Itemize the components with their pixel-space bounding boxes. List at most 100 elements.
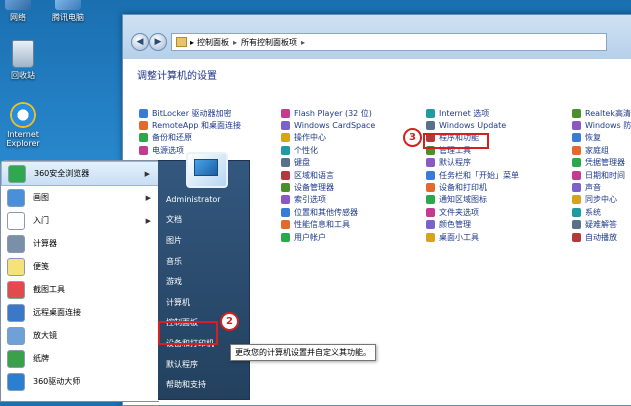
control-panel-item[interactable]: 疑难解答 (572, 219, 631, 231)
desktop-icon-recycle-bin[interactable]: 回收站 (0, 40, 47, 81)
control-panel-item-icon (281, 207, 290, 217)
start-menu-place[interactable]: 帮助和支持 (158, 374, 249, 395)
start-menu-program[interactable]: 放大镜 (1, 324, 159, 347)
control-panel-item[interactable]: 文件夹选项 (426, 206, 519, 218)
control-panel-item-label: Windows CardSpace (294, 121, 376, 131)
control-panel-item-label: 疑难解答 (585, 220, 617, 230)
control-panel-item[interactable]: 操作中心 (281, 132, 375, 144)
start-menu-place[interactable]: 游戏 (158, 271, 249, 292)
back-button[interactable]: ◀ (131, 33, 149, 51)
start-menu-program[interactable]: 纸牌 (1, 347, 159, 370)
start-menu-place[interactable]: Administrator (158, 189, 249, 210)
control-panel-item[interactable]: 颜色管理 (426, 219, 519, 231)
control-panel-item[interactable]: 同步中心 (572, 194, 631, 206)
start-menu: 360安全浏览器 ▶ 画图 ▶ 入门 ▶ 计算器 便笺 截图工具 远程桌面连接放大镜纸牌 360驱动… (0, 160, 250, 402)
submenu-arrow-icon[interactable]: ▶ (145, 170, 150, 178)
control-panel-item[interactable]: 性能信息和工具 (281, 219, 375, 231)
start-menu-program[interactable]: 便笺 (1, 255, 159, 278)
control-panel-item[interactable]: 自动播放 (572, 231, 631, 243)
control-panel-item[interactable]: Windows 防火 (572, 119, 631, 131)
control-panel-item-icon (426, 220, 435, 230)
start-menu-program[interactable]: 入门 ▶ (1, 209, 159, 232)
control-panel-item-label: 任务栏和「开始」菜单 (439, 170, 519, 180)
network-icon (5, 0, 31, 10)
desktop-icon-ie[interactable]: Internet Explorer (0, 102, 47, 148)
control-panel-item-label: 位置和其他传感器 (294, 207, 358, 217)
desktop-icon-tencent[interactable]: 腾讯电脑 (44, 0, 92, 23)
control-panel-item-label: BitLocker 驱动器加密 (152, 108, 232, 118)
control-panel-item[interactable]: 声音 (572, 181, 631, 193)
control-panel-item[interactable]: 系统 (572, 206, 631, 218)
control-panel-item-icon (572, 121, 581, 131)
breadcrumb-all-items[interactable]: 所有控制面板项 (241, 37, 297, 48)
start-menu-program[interactable]: 计算器 (1, 232, 159, 255)
control-panel-item-label: 键盘 (294, 158, 310, 168)
control-panel-item-label: 备份和还原 (152, 133, 192, 143)
control-panel-item-icon (281, 133, 290, 143)
control-panel-item[interactable]: 备份和还原 (139, 132, 241, 144)
desktop-icon-network[interactable]: 网络 (0, 0, 42, 23)
start-menu-place[interactable]: 计算机 (158, 292, 249, 313)
control-panel-item-icon (426, 183, 435, 193)
control-panel-item[interactable]: 个性化 (281, 144, 375, 156)
window-titlebar: ◀ ▶ ▸ 控制面板 ▸ 所有控制面板项 ▸ (123, 15, 631, 59)
control-panel-item-label: Realtek高清晰 (585, 108, 631, 118)
control-panel-item[interactable]: 默认程序 (426, 157, 519, 169)
control-panel-item[interactable]: BitLocker 驱动器加密 (139, 107, 241, 119)
user-picture[interactable] (186, 152, 228, 188)
program-label: 放大镜 (33, 331, 57, 340)
start-menu-place[interactable]: 音乐 (158, 251, 249, 272)
step-badge-3: 3 (403, 128, 422, 147)
control-panel-item-label: 设备管理器 (294, 183, 334, 193)
control-panel-item[interactable]: 区域和语言 (281, 169, 375, 181)
control-panel-item-icon (572, 207, 581, 217)
tooltip: 更改您的计算机设置并自定义其功能。 (230, 344, 376, 361)
control-panel-item-icon (426, 195, 435, 205)
control-panel-item[interactable]: 键盘 (281, 157, 375, 169)
control-panel-item-label: 文件夹选项 (439, 207, 479, 217)
control-panel-item[interactable]: 日期和时间 (572, 169, 631, 181)
start-menu-program[interactable]: 截图工具 (1, 278, 159, 301)
control-panel-item-icon (281, 145, 290, 155)
start-menu-program[interactable]: 360驱动大师 (1, 370, 159, 393)
step-badge-2: 2 (220, 312, 239, 331)
control-panel-item[interactable]: 设备管理器 (281, 181, 375, 193)
internet-explorer-icon (10, 102, 36, 128)
control-panel-item[interactable]: 家庭组 (572, 144, 631, 156)
control-panel-item[interactable]: 索引选项 (281, 194, 375, 206)
control-panel-item[interactable]: 用户帐户 (281, 231, 375, 243)
start-menu-program[interactable]: 画图 ▶ (1, 186, 159, 209)
submenu-arrow-icon[interactable]: ▶ (146, 194, 151, 202)
control-panel-item[interactable]: 凭据管理器 (572, 157, 631, 169)
control-panel-item[interactable]: 恢复 (572, 132, 631, 144)
address-bar[interactable]: ▸ 控制面板 ▸ 所有控制面板项 ▸ (171, 33, 607, 51)
control-panel-item[interactable]: 任务栏和「开始」菜单 (426, 169, 519, 181)
start-menu-place[interactable]: 图片 (158, 230, 249, 251)
start-menu-places: Administrator 文档 图片 音乐 游戏 计算机 控制面板 设备和打印机 默认程序 帮助… (158, 160, 250, 400)
control-panel-item-label: RemoteApp 和桌面连接 (152, 121, 242, 131)
control-panel-item[interactable]: Realtek高清晰 (572, 107, 631, 119)
control-panel-item[interactable]: 桌面小工具 (426, 231, 519, 243)
breadcrumb-control-panel[interactable]: 控制面板 (197, 37, 229, 48)
desktop-icon-label: 回收站 (11, 71, 35, 80)
desktop-icon-label: Internet Explorer (6, 130, 40, 148)
start-menu-program[interactable]: 远程桌面连接 (1, 301, 159, 324)
start-menu-program[interactable]: 360安全浏览器 ▶ (1, 161, 159, 186)
control-panel-item-label: 操作中心 (294, 133, 326, 143)
control-panel-item[interactable]: 通知区域图标 (426, 194, 519, 206)
control-panel-item[interactable]: Flash Player (32 位) (281, 107, 375, 119)
forward-button[interactable]: ▶ (149, 33, 167, 51)
control-panel-item-label: 设备和打印机 (439, 183, 487, 193)
start-menu-place[interactable]: 文档 (158, 210, 249, 231)
submenu-arrow-icon[interactable]: ▶ (146, 217, 151, 225)
control-panel-item-icon (572, 195, 581, 205)
program-icon (7, 211, 25, 230)
control-panel-item[interactable]: Internet 选项 (426, 107, 519, 119)
control-panel-item[interactable]: Windows Update (426, 119, 519, 131)
control-panel-item[interactable]: RemoteApp 和桌面连接 (139, 119, 241, 131)
program-icon (7, 372, 25, 391)
control-panel-item[interactable]: 位置和其他传感器 (281, 206, 375, 218)
control-panel-item[interactable]: Windows CardSpace (281, 119, 375, 131)
control-panel-item[interactable]: 设备和打印机 (426, 181, 519, 193)
control-panel-item-icon (572, 232, 581, 242)
